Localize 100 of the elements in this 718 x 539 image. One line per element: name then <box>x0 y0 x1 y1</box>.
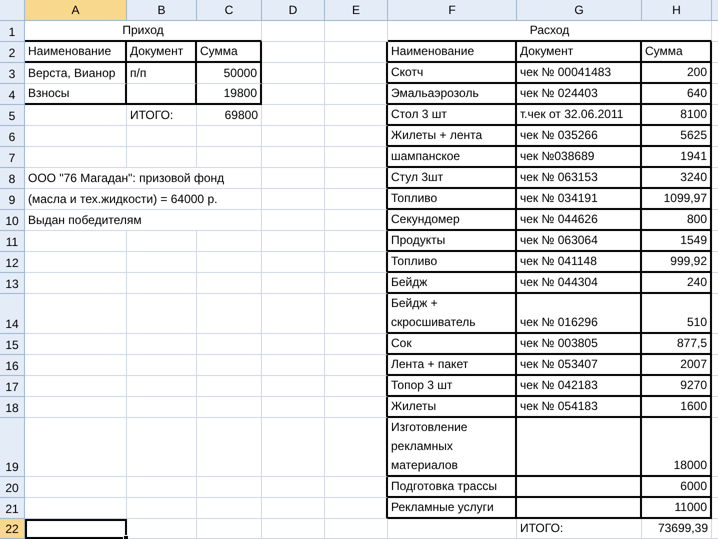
table-cell: 999,92 <box>642 252 712 273</box>
table-cell: чек № 034191 <box>517 189 642 210</box>
column-header[interactable]: C <box>197 0 262 21</box>
column-header[interactable]: H <box>642 0 712 21</box>
empty-cell <box>325 418 388 477</box>
empty-cell <box>127 334 197 355</box>
table-cell: Топор 3 шт <box>388 376 517 397</box>
empty-cell <box>127 355 197 376</box>
table-cell: Жилеты <box>388 397 517 418</box>
table-cell: 19800 <box>197 84 262 105</box>
row-header[interactable]: 1 <box>0 21 25 42</box>
table-cell: Бейдж <box>388 273 517 294</box>
empty-cell <box>325 519 388 539</box>
row-header[interactable]: 2 <box>0 42 25 63</box>
empty-cell <box>262 210 325 231</box>
empty-cell <box>127 84 197 105</box>
row-header[interactable]: 17 <box>0 376 25 397</box>
table-cell: Стул 3шт <box>388 168 517 189</box>
row-header[interactable]: 21 <box>0 498 25 519</box>
empty-cell <box>325 294 388 334</box>
empty-cell <box>127 294 197 334</box>
empty-cell <box>197 126 262 147</box>
column-header[interactable]: B <box>127 0 197 21</box>
table-cell: 69800 <box>197 105 262 126</box>
empty-cell <box>127 477 197 498</box>
table-cell: Сок <box>388 334 517 355</box>
row-header[interactable]: 7 <box>0 147 25 168</box>
table-cell: 510 <box>642 294 712 334</box>
row-header[interactable]: 8 <box>0 168 25 189</box>
table-cell: 200 <box>642 63 712 84</box>
empty-cell <box>325 21 388 42</box>
table-cell: чек №038689 <box>517 147 642 168</box>
row-header[interactable]: 18 <box>0 397 25 418</box>
row-header[interactable]: 13 <box>0 273 25 294</box>
row-header[interactable]: 11 <box>0 231 25 252</box>
table-cell: п/п <box>127 63 197 84</box>
column-header[interactable]: F <box>388 0 517 21</box>
empty-cell <box>262 376 325 397</box>
row-header[interactable]: 10 <box>0 210 25 231</box>
table-cell: 1549 <box>642 231 712 252</box>
empty-cell <box>197 477 262 498</box>
row-header[interactable]: 15 <box>0 334 25 355</box>
empty-cell <box>262 397 325 418</box>
table-cell: Рекламные услуги <box>388 498 517 519</box>
row-header[interactable]: 5 <box>0 105 25 126</box>
table-cell: Наименование <box>388 42 517 63</box>
empty-cell <box>325 42 388 63</box>
row-header[interactable]: 6 <box>0 126 25 147</box>
empty-cell <box>262 252 325 273</box>
table-cell: ИТОГО: <box>127 105 197 126</box>
empty-cell <box>262 84 325 105</box>
row-header[interactable]: 14 <box>0 294 25 334</box>
row-header[interactable]: 4 <box>0 84 25 105</box>
table-cell: чек № 063064 <box>517 231 642 252</box>
empty-cell <box>262 231 325 252</box>
table-cell: (масла и тех.жидкости) = 64000 р. <box>25 189 262 210</box>
empty-cell <box>262 168 325 189</box>
table-cell: 2007 <box>642 355 712 376</box>
table-cell: 877,5 <box>642 334 712 355</box>
table-cell: Стол 3 шт <box>388 105 517 126</box>
row-header[interactable]: 19 <box>0 418 25 477</box>
column-header[interactable]: E <box>325 0 388 21</box>
table-cell: 9270 <box>642 376 712 397</box>
empty-cell <box>262 294 325 334</box>
row-header[interactable]: 3 <box>0 63 25 84</box>
empty-cell <box>262 355 325 376</box>
empty-cell <box>197 334 262 355</box>
empty-cell <box>325 147 388 168</box>
table-cell: Сумма <box>197 42 262 63</box>
selected-cell[interactable] <box>25 519 127 539</box>
table-cell: чек № 044626 <box>517 210 642 231</box>
table-cell: Эмальаэрозоль <box>388 84 517 105</box>
empty-cell <box>127 498 197 519</box>
empty-cell <box>325 63 388 84</box>
column-header[interactable]: G <box>517 0 642 21</box>
table-cell: Приход <box>25 21 262 42</box>
empty-cell <box>197 273 262 294</box>
empty-cell <box>262 126 325 147</box>
table-cell: 1941 <box>642 147 712 168</box>
column-header[interactable]: D <box>262 0 325 21</box>
table-cell: 1099,97 <box>642 189 712 210</box>
empty-cell <box>262 21 325 42</box>
table-cell: ИТОГО: <box>517 519 642 539</box>
row-header[interactable]: 16 <box>0 355 25 376</box>
row-header[interactable]: 12 <box>0 252 25 273</box>
table-cell: чек № 042183 <box>517 376 642 397</box>
empty-cell <box>262 519 325 539</box>
table-cell: Лента + пакет <box>388 355 517 376</box>
row-header[interactable]: 9 <box>0 189 25 210</box>
empty-cell <box>197 418 262 477</box>
table-cell: 18000 <box>642 418 712 477</box>
empty-cell <box>262 334 325 355</box>
empty-cell <box>127 519 197 539</box>
row-header[interactable]: 20 <box>0 477 25 498</box>
empty-cell <box>325 189 388 210</box>
table-cell: шампанское <box>388 147 517 168</box>
table-cell: чек № 044304 <box>517 273 642 294</box>
empty-cell <box>197 519 262 539</box>
column-header[interactable]: A <box>25 0 127 21</box>
row-header[interactable]: 22 <box>0 519 25 539</box>
